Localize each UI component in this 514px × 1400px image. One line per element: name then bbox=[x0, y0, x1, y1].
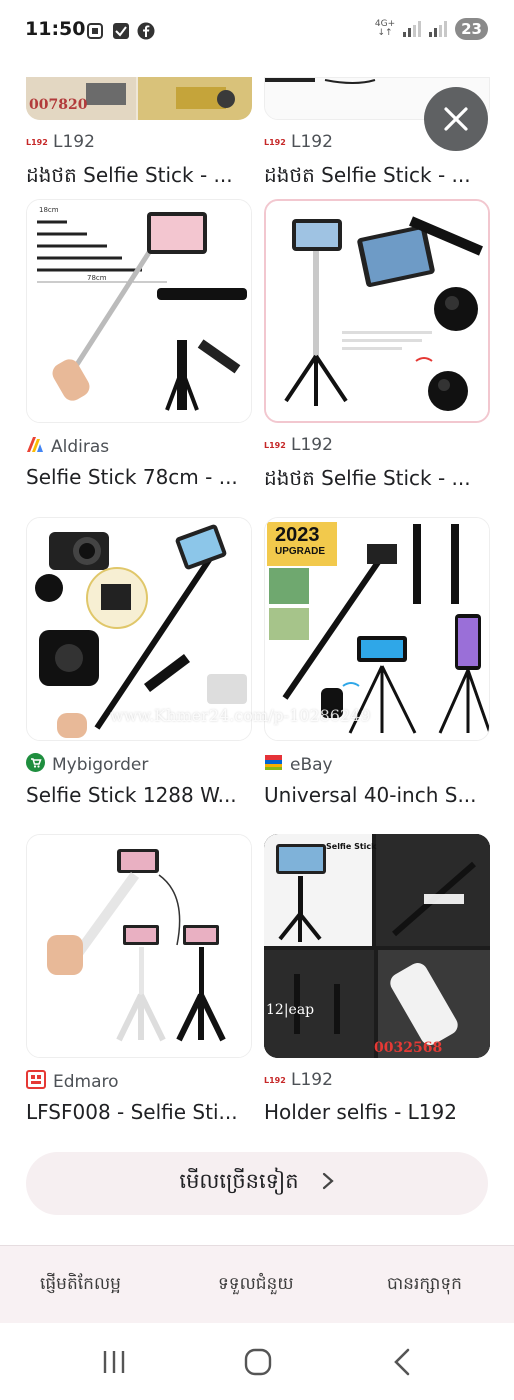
help-link[interactable]: ទទួលជំនួយ bbox=[218, 1273, 294, 1298]
battery-indicator: 23 bbox=[455, 18, 488, 40]
result-card[interactable]: 007820 L192 L192 ដងថត Selfie Stick - ... bbox=[26, 77, 252, 187]
result-source: L192 L192 bbox=[264, 132, 333, 152]
image-label: Selfie Stick bbox=[326, 842, 377, 851]
result-title[interactable]: ដងថត Selfie Stick - ... bbox=[26, 162, 252, 192]
result-card[interactable]: 18cm 78cm Aldiras Selfie Stick 78cm - ..… bbox=[26, 199, 252, 499]
signal-icon-2 bbox=[429, 21, 448, 37]
data-arrows-icon: ↓↑ bbox=[377, 28, 393, 38]
system-nav-bar bbox=[0, 1323, 514, 1400]
image-label: 12|eap bbox=[266, 1002, 315, 1018]
image-caption: 007820 bbox=[29, 97, 88, 113]
image-label: 18cm bbox=[39, 206, 59, 214]
result-card[interactable]: L192 L192 ដងថត Selfie Stick - ... bbox=[264, 199, 490, 499]
result-card[interactable]: 2023 UPGRADE eBay Universal 40-inch S... bbox=[264, 517, 490, 817]
recent-apps-icon[interactable] bbox=[94, 1345, 134, 1379]
close-button[interactable] bbox=[424, 87, 488, 151]
home-icon[interactable] bbox=[238, 1345, 278, 1379]
aldiras-logo bbox=[26, 435, 44, 458]
result-title[interactable]: Selfie Stick 78cm - ... bbox=[26, 465, 252, 489]
feedback-link[interactable]: ផ្ញើមតិកែលម្អ bbox=[40, 1273, 121, 1298]
result-thumbnail[interactable] bbox=[264, 199, 490, 423]
status-bar: 11:50 4G+ ↓↑ 23 bbox=[0, 0, 514, 62]
ebay-logo bbox=[264, 753, 283, 777]
result-title[interactable]: Selfie Stick 1288 W... bbox=[26, 783, 252, 807]
result-source: Mybigorder bbox=[26, 753, 148, 777]
result-source: L192 L192 bbox=[264, 1070, 333, 1090]
result-card[interactable]: Edmaro LFSF008 - Selfie Sti... bbox=[26, 834, 252, 1134]
result-source: eBay bbox=[264, 753, 333, 777]
show-more-button[interactable]: មើលច្រើនទៀត bbox=[26, 1152, 488, 1215]
back-icon[interactable] bbox=[382, 1345, 422, 1379]
saved-link[interactable]: បានរក្សាទុក bbox=[387, 1273, 462, 1298]
result-thumbnail[interactable] bbox=[26, 834, 252, 1058]
image-label: 0032568 bbox=[374, 1040, 443, 1056]
check-box-icon bbox=[112, 22, 130, 40]
show-more-label: មើលច្រើនទៀត bbox=[179, 1169, 299, 1193]
watermark-text: www.Khmer24.com/p-10286249 bbox=[110, 706, 371, 725]
screenshot-icon bbox=[86, 22, 104, 40]
l192-logo: L192 bbox=[264, 1075, 286, 1085]
image-label: UPGRADE bbox=[275, 546, 326, 557]
facebook-icon bbox=[137, 22, 155, 40]
result-thumbnail[interactable]: 18cm 78cm bbox=[26, 199, 252, 423]
result-source: L192 L192 bbox=[26, 132, 95, 152]
l192-logo: L192 bbox=[26, 137, 48, 147]
image-label: 78cm bbox=[87, 274, 107, 282]
result-card[interactable]: Selfie Stick 12|eap 0032568 L192 L192 Ho… bbox=[264, 834, 490, 1134]
edmaro-logo bbox=[26, 1070, 46, 1094]
result-title[interactable]: ដងថត Selfie Stick - ... bbox=[264, 162, 490, 192]
status-time: 11:50 bbox=[25, 18, 86, 40]
result-source: Aldiras bbox=[26, 435, 109, 458]
l192-logo: L192 bbox=[264, 137, 286, 147]
signal-icon bbox=[403, 21, 422, 37]
footer-links: ផ្ញើមតិកែលម្អ ទទួលជំនួយ បានរក្សាទុក bbox=[0, 1245, 514, 1323]
status-indicators: 4G+ ↓↑ 23 bbox=[375, 18, 488, 40]
l192-logo: L192 bbox=[264, 440, 286, 450]
result-card[interactable]: Mybigorder Selfie Stick 1288 W... bbox=[26, 517, 252, 817]
network-indicator: 4G+ ↓↑ bbox=[374, 19, 396, 38]
image-label: 2023 bbox=[275, 524, 320, 546]
result-thumbnail[interactable]: Selfie Stick 12|eap 0032568 bbox=[264, 834, 490, 1058]
chevron-right-icon bbox=[321, 1171, 335, 1196]
close-icon bbox=[444, 107, 468, 131]
result-title[interactable]: Holder selfis - L192 bbox=[264, 1100, 490, 1124]
result-source: L192 L192 bbox=[264, 435, 333, 455]
result-source: Edmaro bbox=[26, 1070, 119, 1094]
result-title[interactable]: Universal 40-inch S... bbox=[264, 783, 490, 807]
result-title[interactable]: LFSF008 - Selfie Sti... bbox=[26, 1100, 252, 1124]
result-thumbnail[interactable]: 007820 bbox=[26, 77, 252, 120]
mybigorder-logo bbox=[26, 753, 45, 777]
result-title[interactable]: ដងថត Selfie Stick - ... bbox=[264, 465, 490, 495]
